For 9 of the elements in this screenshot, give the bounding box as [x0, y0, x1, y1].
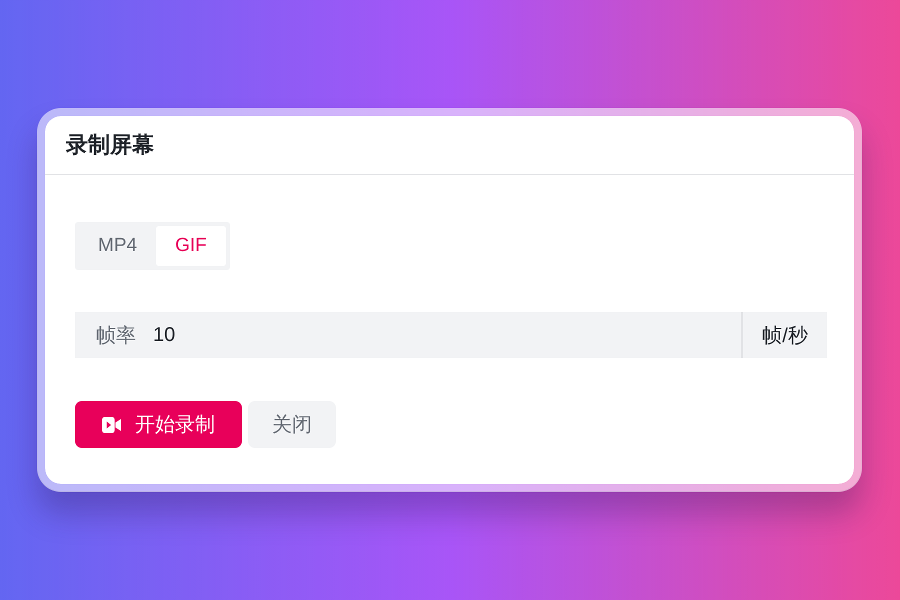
- format-tab[interactable]: GIF: [156, 226, 226, 266]
- format-tab[interactable]: MP4: [79, 226, 156, 266]
- unit-label: 帧/秒: [741, 312, 827, 358]
- start-recording-button[interactable]: 开始录制: [75, 401, 242, 448]
- close-button[interactable]: 关闭: [248, 401, 336, 448]
- video-camera-icon: [102, 416, 121, 432]
- frame-rate-input[interactable]: 10: [153, 312, 741, 358]
- frame-rate-label: 帧率: [75, 312, 153, 358]
- dialog-title: 录制屏幕: [66, 131, 154, 159]
